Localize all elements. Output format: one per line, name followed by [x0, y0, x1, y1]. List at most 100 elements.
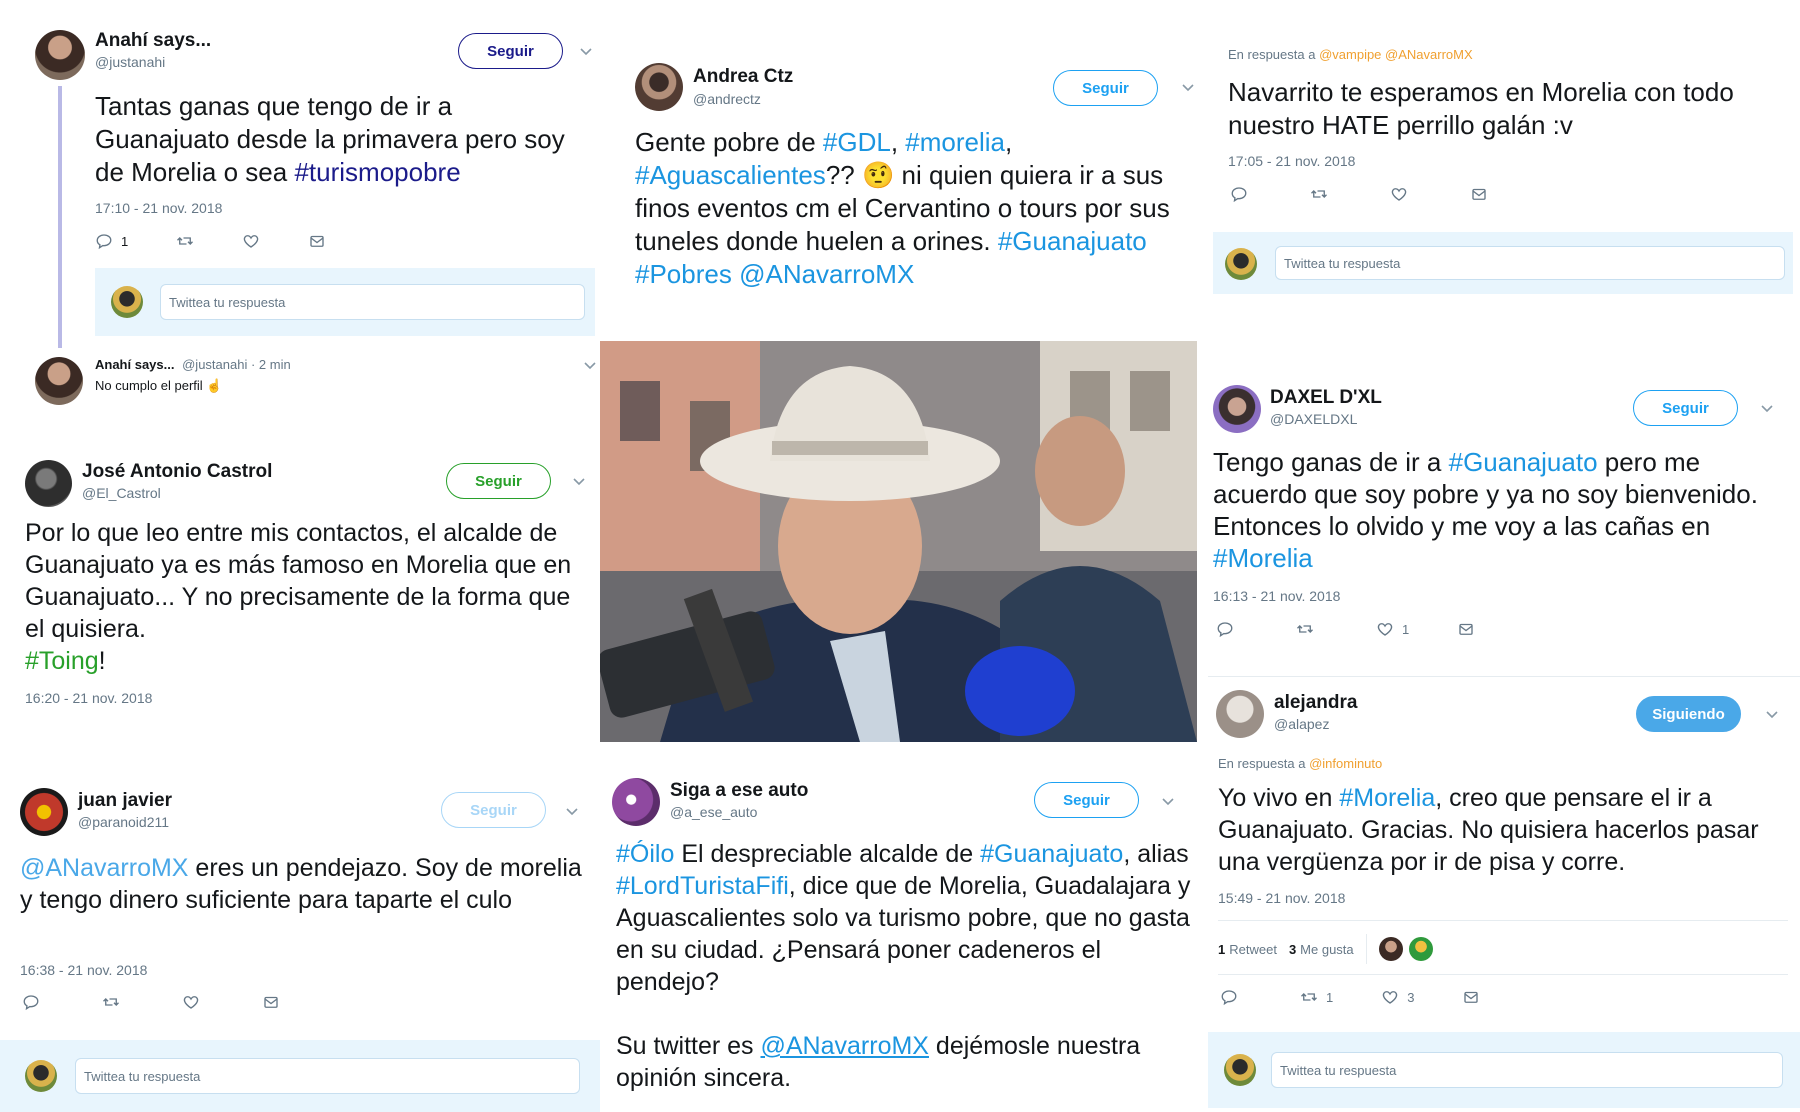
author-handle[interactable]: @paranoid211 [78, 814, 169, 830]
follow-button[interactable]: Seguir [1053, 70, 1158, 106]
timestamp[interactable]: 17:05 - 21 nov. 2018 [1228, 153, 1355, 169]
like-icon [242, 232, 260, 250]
author-handle[interactable]: @alapez [1274, 716, 1329, 732]
hashtag-link[interactable]: #turismopobre [294, 157, 460, 187]
like-action[interactable] [242, 232, 260, 250]
liker-avatar[interactable] [1378, 937, 1403, 961]
avatar[interactable] [612, 778, 660, 826]
follow-button[interactable]: Seguir [1633, 390, 1738, 426]
dm-action[interactable] [1470, 185, 1488, 203]
author-handle[interactable]: @andrectz [693, 91, 761, 107]
reply-action[interactable] [1220, 988, 1238, 1006]
reply-input[interactable]: Twittea tu respuesta [160, 284, 585, 320]
timestamp[interactable]: 15:49 - 21 nov. 2018 [1218, 890, 1345, 906]
avatar[interactable] [1213, 385, 1261, 433]
retweet-action[interactable] [176, 232, 194, 250]
tweet-text: Por lo que leo entre mis contactos, el a… [25, 517, 590, 677]
author-handle[interactable]: @a_ese_auto [670, 804, 757, 820]
author-name[interactable]: Andrea Ctz [693, 66, 793, 88]
reply-action[interactable] [22, 993, 40, 1011]
avatar[interactable] [25, 460, 72, 507]
hashtag-link[interactable]: #LordTuristaFifi [616, 872, 789, 900]
following-button[interactable]: Siguiendo [1636, 696, 1741, 732]
reply-input[interactable]: Twittea tu respuesta [1275, 246, 1785, 280]
author-name[interactable]: alejandra [1274, 692, 1357, 714]
retweet-action[interactable] [1296, 620, 1314, 638]
reply-action[interactable] [1216, 620, 1234, 638]
timestamp[interactable]: 16:38 - 21 nov. 2018 [20, 962, 147, 978]
dm-action[interactable] [308, 232, 326, 250]
follow-button[interactable]: Seguir [441, 792, 546, 828]
retweet-icon [102, 993, 120, 1011]
dm-action[interactable] [1457, 620, 1475, 638]
hashtag-link[interactable]: #Toing [25, 647, 99, 675]
chevron-down-icon[interactable] [573, 478, 585, 486]
retweet-action[interactable] [102, 993, 120, 1011]
author-name[interactable]: José Antonio Castrol [82, 461, 272, 483]
author-handle[interactable]: @DAXELDXL [1270, 411, 1357, 427]
chevron-down-icon[interactable] [1162, 798, 1174, 806]
hashtag-link[interactable]: #GDL [823, 127, 891, 157]
author-name[interactable]: juan javier [78, 790, 172, 812]
reply-input[interactable]: Twittea tu respuesta [1271, 1052, 1783, 1088]
chevron-down-icon[interactable] [1182, 84, 1194, 92]
hashtag-link[interactable]: #Guanajuato [998, 226, 1147, 256]
dm-action[interactable] [262, 993, 280, 1011]
reply-action[interactable]: 1 [95, 232, 128, 250]
like-action[interactable] [182, 993, 200, 1011]
mention-link[interactable]: @ANavarroMX [739, 259, 914, 289]
reply-context-users[interactable]: @vampipe @ANavarroMX [1319, 47, 1473, 62]
chevron-down-icon[interactable] [1761, 405, 1773, 413]
follow-button[interactable]: Seguir [1034, 782, 1139, 818]
like-action[interactable] [1390, 185, 1408, 203]
reply-input[interactable]: Twittea tu respuesta [75, 1058, 580, 1094]
timestamp[interactable]: 17:10 - 21 nov. 2018 [95, 200, 222, 216]
follow-button[interactable]: Seguir [458, 33, 563, 69]
hashtag-link[interactable]: #Guanajuato [980, 840, 1123, 868]
hashtag-link[interactable]: #Morelia [1339, 784, 1435, 812]
hashtag-link[interactable]: #Aguascalientes [635, 160, 826, 190]
author-name[interactable]: DAXEL D'XL [1270, 387, 1382, 409]
chevron-down-icon[interactable] [566, 808, 578, 816]
author-name[interactable]: Anahí says... [95, 30, 211, 52]
avatar[interactable] [635, 63, 683, 111]
follow-button[interactable]: Seguir [446, 463, 551, 499]
hashtag-link[interactable]: #Morelia [1213, 543, 1313, 573]
chevron-down-icon[interactable] [1766, 711, 1778, 719]
retweet-action[interactable]: 1 [1300, 988, 1333, 1006]
reply-context-users[interactable]: @infominuto [1309, 756, 1382, 771]
hashtag-link[interactable]: #morelia [905, 127, 1005, 157]
author-name[interactable]: Siga a ese auto [670, 780, 808, 802]
dm-icon [1457, 620, 1475, 638]
retweet-stat-label[interactable]: Retweet [1229, 942, 1277, 957]
hashtag-link[interactable]: #Guanajuato [1449, 447, 1598, 477]
avatar[interactable] [35, 30, 85, 80]
avatar[interactable] [1216, 690, 1264, 738]
avatar[interactable] [35, 357, 83, 405]
retweet-action[interactable] [1310, 185, 1328, 203]
avatar[interactable] [20, 788, 68, 836]
mention-link[interactable]: @ANavarroMX [20, 854, 188, 882]
like-stat-label[interactable]: Me gusta [1300, 942, 1353, 957]
like-action[interactable]: 3 [1381, 988, 1414, 1006]
thread-handle[interactable]: @justanahi · 2 min [182, 357, 291, 372]
hashtag-link[interactable]: #Pobres [635, 259, 732, 289]
like-stat-num[interactable]: 3 [1289, 942, 1296, 957]
divider [1208, 676, 1800, 677]
retweet-stat-num[interactable]: 1 [1218, 942, 1225, 957]
author-handle[interactable]: @El_Castrol [82, 485, 161, 501]
timestamp[interactable]: 16:20 - 21 nov. 2018 [25, 690, 152, 706]
timestamp[interactable]: 16:13 - 21 nov. 2018 [1213, 588, 1340, 604]
news-photo[interactable] [600, 341, 1197, 742]
author-handle[interactable]: @justanahi [95, 54, 165, 70]
liker-avatar[interactable] [1408, 937, 1433, 961]
tweet-text: Tantas ganas que tengo de ir a Guanajuat… [95, 90, 590, 189]
chevron-down-icon[interactable] [580, 48, 592, 56]
dm-action[interactable] [1462, 988, 1480, 1006]
reply-action[interactable] [1230, 185, 1248, 203]
like-action[interactable]: 1 [1376, 620, 1409, 638]
hashtag-link[interactable]: #Óilo [616, 840, 674, 868]
thread-name[interactable]: Anahí says... [95, 357, 174, 372]
mention-link[interactable]: @ANavarroMX [761, 1032, 929, 1060]
chevron-down-icon[interactable] [584, 362, 596, 370]
